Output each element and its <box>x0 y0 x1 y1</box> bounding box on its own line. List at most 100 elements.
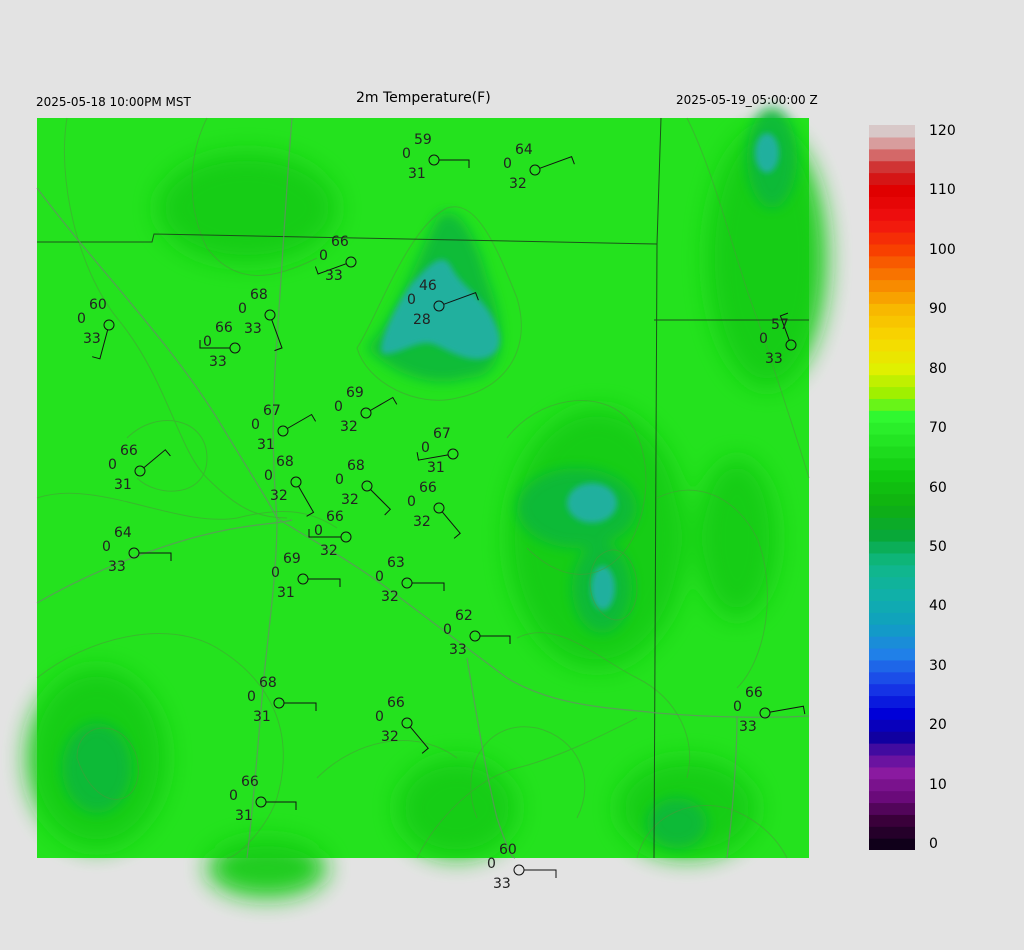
colorbar-band <box>869 338 915 352</box>
colorbar-band <box>869 731 915 744</box>
colorbar-band <box>869 255 915 269</box>
colorbar-band <box>869 434 915 447</box>
station-dewpoint: 33 <box>739 719 757 735</box>
colorbar-band <box>869 362 915 376</box>
colorbar <box>869 125 915 850</box>
colorbar-band <box>869 576 915 590</box>
station-dewpoint: 31 <box>427 460 445 476</box>
station-wind-value: 0 <box>108 457 117 473</box>
colorbar-tick-label: 50 <box>929 538 947 555</box>
station-wind-value: 0 <box>334 399 343 415</box>
colorbar-band <box>869 231 915 245</box>
station-wind-value: 0 <box>421 440 430 456</box>
colorbar-gradient <box>869 125 915 850</box>
colorbar-band <box>869 826 915 839</box>
station-dewpoint: 31 <box>257 437 275 453</box>
station-wind-value: 0 <box>402 146 411 162</box>
colorbar-band <box>869 802 915 815</box>
colorbar-band <box>869 457 915 471</box>
colorbar-band <box>869 374 915 388</box>
station-dewpoint: 33 <box>493 876 511 892</box>
colorbar-band <box>869 136 915 150</box>
colorbar-tick-label: 110 <box>929 182 956 199</box>
colorbar-band <box>869 279 915 292</box>
map-canvas: 5903164032660334602868033600336603357033… <box>27 108 827 898</box>
colorbar-band <box>869 315 915 328</box>
station-wind-value: 0 <box>203 334 212 350</box>
station-wind-value: 0 <box>335 472 344 488</box>
colorbar-band <box>869 671 915 685</box>
colorbar-tick-label: 0 <box>929 836 938 852</box>
station-temperature: 64 <box>515 142 533 158</box>
station-dewpoint: 33 <box>209 354 227 370</box>
colorbar-band <box>869 291 915 304</box>
station-dewpoint: 32 <box>509 176 527 192</box>
colorbar-band <box>869 505 915 518</box>
colorbar-tick-label: 90 <box>929 301 947 318</box>
station-temperature: 63 <box>387 555 405 571</box>
station-dewpoint: 31 <box>253 709 271 725</box>
colorbar-tick-label: 30 <box>929 657 947 674</box>
colorbar-band <box>869 398 915 411</box>
colorbar-band <box>869 196 915 209</box>
station-temperature: 68 <box>250 287 268 303</box>
station-dewpoint: 32 <box>340 419 358 435</box>
station-temperature: 66 <box>326 509 344 525</box>
temperature-map[interactable]: 59 0 31 64 0 32 66 0 33 46 0 28 68 0 33 60 0 33 66 0 33 57 0 33… <box>27 108 827 898</box>
station-wind-value: 0 <box>314 523 323 539</box>
station-wind-value: 0 <box>247 689 256 705</box>
colorbar-band <box>869 208 915 221</box>
colorbar-band <box>869 754 915 768</box>
station-temperature: 46 <box>419 278 437 294</box>
station-wind-value: 0 <box>443 622 452 638</box>
colorbar-band <box>869 410 915 423</box>
station-temperature: 66 <box>387 695 405 711</box>
station-dewpoint: 31 <box>277 585 295 601</box>
colorbar-band <box>869 422 915 435</box>
station-dewpoint: 33 <box>325 268 343 284</box>
wind-barb <box>524 869 557 878</box>
station-dewpoint: 33 <box>765 351 783 367</box>
colorbar-band <box>869 184 915 197</box>
station-temperature: 67 <box>433 426 451 442</box>
station-temperature: 66 <box>419 480 437 496</box>
colorbar-tick-label: 120 <box>929 123 956 139</box>
station-temperature: 67 <box>263 403 281 419</box>
station-dewpoint: 32 <box>381 729 399 745</box>
colorbar-band <box>869 552 915 566</box>
station-temperature: 69 <box>283 551 301 567</box>
station-dewpoint: 33 <box>83 331 101 347</box>
station-dewpoint: 31 <box>235 808 253 824</box>
colorbar-band <box>869 160 915 174</box>
station-dewpoint: 32 <box>341 492 359 508</box>
colorbar-band <box>869 327 915 340</box>
station-wind-value: 0 <box>229 788 238 804</box>
colorbar-band <box>869 790 915 804</box>
station-dewpoint: 33 <box>449 642 467 658</box>
colorbar-tick-label: 100 <box>929 241 956 258</box>
colorbar-tick-label: 10 <box>929 776 947 793</box>
colorbar-band <box>869 493 915 506</box>
station-temperature: 57 <box>771 317 789 333</box>
station-temperature: 68 <box>276 454 294 470</box>
station-temperature: 60 <box>499 842 517 858</box>
colorbar-tick-label: 60 <box>929 479 947 496</box>
colorbar-band <box>869 683 915 697</box>
station-temperature: 62 <box>455 608 473 624</box>
station-temperature: 64 <box>114 525 132 541</box>
station-wind-value: 0 <box>407 292 416 308</box>
station-dewpoint: 32 <box>381 589 399 605</box>
map-title: 2m Temperature(F) <box>356 90 491 106</box>
colorbar-band <box>869 125 915 138</box>
colorbar-band <box>869 647 915 661</box>
colorbar-band <box>869 659 915 673</box>
station-wind-value: 0 <box>375 569 384 585</box>
colorbar-tick-label: 20 <box>929 717 947 734</box>
colorbar-band <box>869 600 915 613</box>
station-wind-value: 0 <box>503 156 512 172</box>
station-temperature: 59 <box>414 132 432 148</box>
colorbar-band <box>869 707 915 720</box>
station-temperature: 66 <box>120 443 138 459</box>
colorbar-band <box>869 386 915 399</box>
station-temperature: 68 <box>347 458 365 474</box>
